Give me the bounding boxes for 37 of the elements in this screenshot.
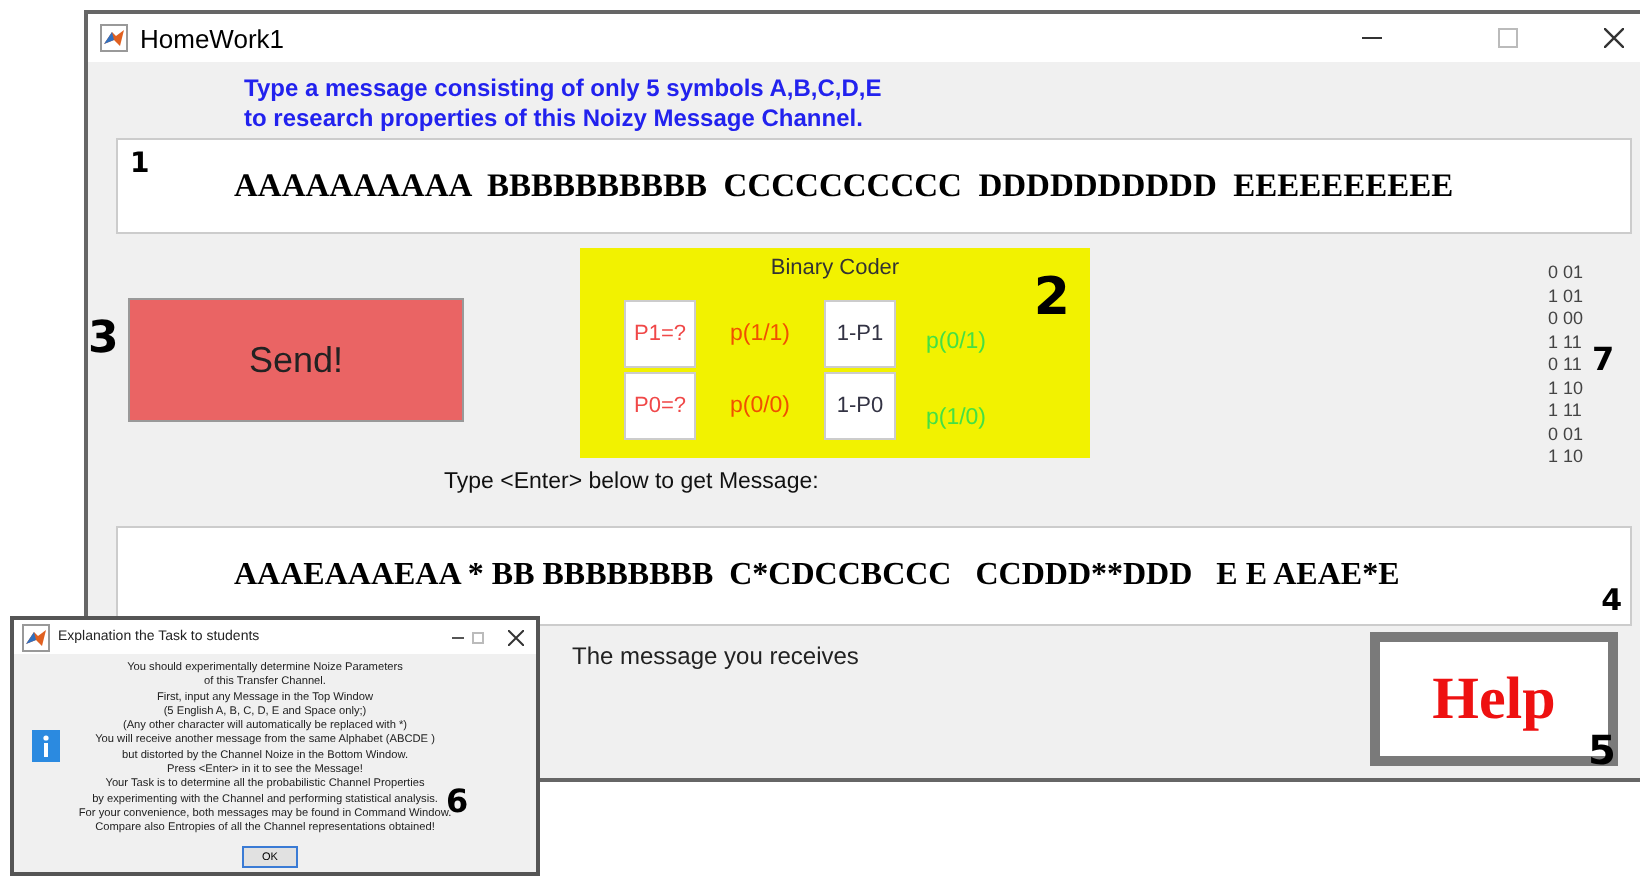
probability-label: p(0/1): [923, 330, 989, 354]
info-icon: [32, 730, 60, 762]
instruction-text: Type a message consisting of only 5 symbols A,B,C,D,E: [244, 74, 884, 104]
probability-field[interactable]: P1=?: [624, 300, 696, 368]
probability-field[interactable]: 1-P1: [824, 300, 896, 368]
probability-field[interactable]: P0=?: [624, 372, 696, 440]
bit-row: 1 11: [1548, 400, 1584, 423]
bit-row: 1 01: [1548, 285, 1584, 308]
close-icon[interactable]: [508, 629, 524, 645]
caption-text: The message you receives: [572, 642, 859, 670]
probability-field[interactable]: 1-P0: [824, 372, 896, 440]
panel-title: Binary Coder: [768, 256, 902, 280]
bit-row: 0 00: [1548, 308, 1584, 331]
annotation-number: 1: [130, 150, 150, 178]
annotation-number: 5: [1588, 730, 1616, 770]
close-icon[interactable]: [1604, 28, 1624, 48]
annotation-number: 2: [1033, 272, 1070, 324]
bit-row: 1 11: [1548, 331, 1584, 354]
bit-row: 0 11: [1548, 354, 1584, 377]
annotation-number: 3: [88, 318, 119, 362]
annotation-number: 7: [1592, 344, 1615, 376]
bit-row: 0 01: [1548, 423, 1584, 446]
probability-label: p(1/1): [727, 322, 793, 346]
bit-row: 1 10: [1548, 377, 1584, 400]
app-icon: [100, 24, 128, 52]
send-button[interactable]: Send!: [128, 298, 464, 422]
window-title: HomeWork1: [140, 23, 287, 53]
bit-row: 0 01: [1548, 262, 1584, 285]
probability-label: p(0/0): [727, 394, 793, 418]
probability-label: p(1/0): [923, 406, 989, 430]
annotation-number: 4: [1601, 586, 1622, 616]
minimize-icon[interactable]: [452, 631, 464, 643]
bit-row: 1 10: [1548, 446, 1584, 469]
output-field[interactable]: AAAEAAAEAA * BB BBBBBBBB C*CDCCBCCC CCDDD**DDD E E AEAE*E 4: [116, 526, 1632, 626]
input-field[interactable]: 1 AAAAAAAAAA BBBBBBBBBB CCCCCCCCCC DDDDDDDDDD EEEEEEEEEE: [116, 138, 1632, 234]
instruction-text: to research properties of this Noizy Message Channel.: [244, 104, 865, 134]
hint-text: Type <Enter> below to get Message:: [444, 470, 819, 494]
